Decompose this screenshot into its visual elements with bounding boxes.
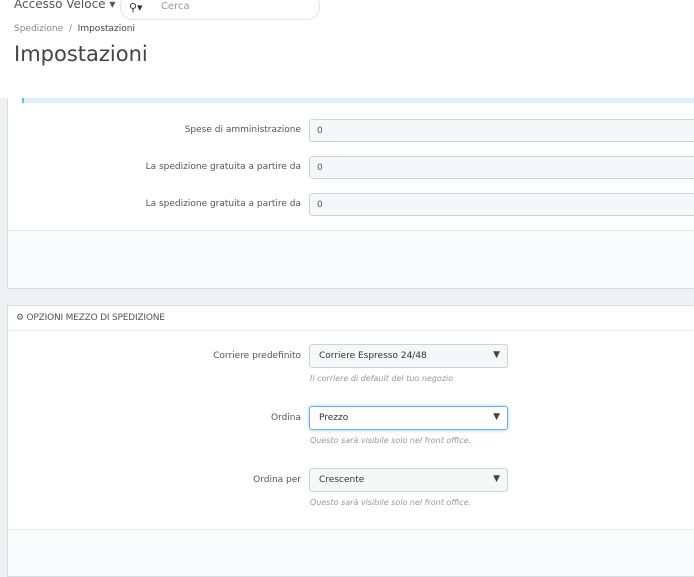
quick-access-menu[interactable]: Accesso Veloce ▾ <box>14 0 115 11</box>
page-title: Impostazioni <box>14 42 148 66</box>
search-input[interactable]: Cerca <box>161 1 190 12</box>
handling-fee-input[interactable]: 0 <box>309 119 694 142</box>
page-header: Accesso Veloce ▾ ⚲▾ Cerca Spedizione / I… <box>0 0 694 98</box>
order-by-select[interactable]: Crescente ▼ <box>309 468 508 492</box>
field-label: Ordina <box>270 413 301 423</box>
breadcrumb-current: Impostazioni <box>77 24 135 34</box>
caret-down-icon: ▼ <box>493 474 500 484</box>
help-text: Il corriere di default del tuo negozio <box>310 374 454 383</box>
default-carrier-select[interactable]: Corriere Espresso 24/48 ▼ <box>309 344 508 368</box>
breadcrumb-parent[interactable]: Spedizione <box>14 24 63 34</box>
search-box[interactable]: ⚲▾ Cerca <box>120 0 320 20</box>
caret-down-icon: ▾ <box>109 0 116 11</box>
field-label: Corriere predefinito <box>213 351 301 361</box>
panel-title: OPZIONI MEZZO DI SPEDIZIONE <box>26 313 165 323</box>
cogs-icon: ⚙ <box>16 313 24 323</box>
help-text: Questo sarà visibile solo nel front offi… <box>310 498 472 507</box>
carrier-options-panel: ⚙ OPZIONI MEZZO DI SPEDIZIONE Corriere p… <box>7 305 694 577</box>
caret-down-icon: ▼ <box>493 412 500 422</box>
help-text: Questo sarà visibile solo nel front offi… <box>310 436 472 445</box>
panel-heading: ⚙ OPZIONI MEZZO DI SPEDIZIONE <box>8 306 694 331</box>
sort-select[interactable]: Prezzo ▼ <box>309 406 508 430</box>
select-value: Crescente <box>319 475 365 485</box>
field-label: La spedizione gratuita a partire da <box>145 162 301 172</box>
breadcrumb: Spedizione / Impostazioni <box>14 24 135 34</box>
field-label: La spedizione gratuita a partire da <box>145 199 301 209</box>
select-value: Prezzo <box>319 413 349 423</box>
field-label: Ordina per <box>253 475 301 485</box>
panel-footer <box>8 230 694 288</box>
caret-down-icon: ▼ <box>493 350 500 360</box>
field-label: Spese di amministrazione <box>184 125 301 135</box>
free-shipping-weight-input[interactable]: 0 <box>309 193 694 216</box>
select-value: Corriere Espresso 24/48 <box>319 351 427 361</box>
info-alert <box>22 98 694 103</box>
search-icon[interactable]: ⚲▾ <box>129 1 143 14</box>
fees-panel: Spese di amministrazione 0 La spedizione… <box>7 98 694 289</box>
free-shipping-price-input[interactable]: 0 <box>309 156 694 179</box>
quick-access-label: Accesso Veloce <box>14 0 106 11</box>
breadcrumb-separator: / <box>68 24 72 34</box>
